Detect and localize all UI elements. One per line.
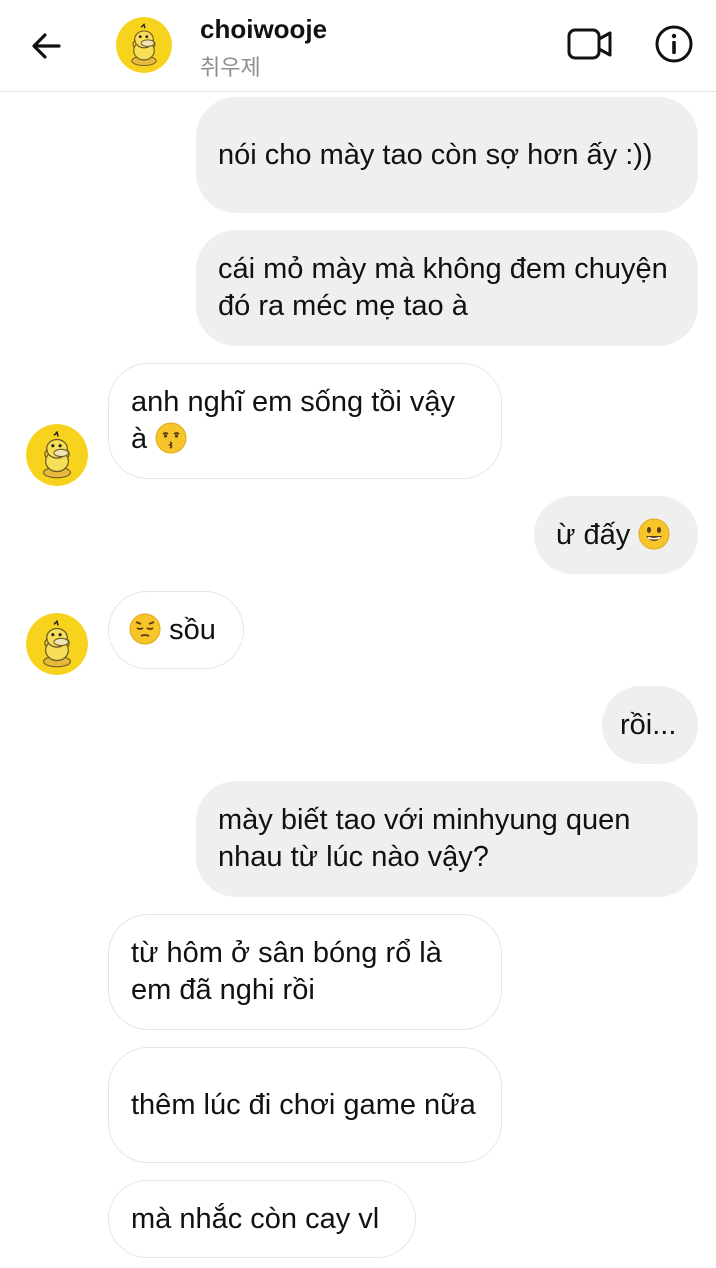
message-content: sồu: [129, 612, 216, 649]
chat-header: choiwooje 취우제: [0, 0, 716, 92]
message-thread[interactable]: nói cho mày tao còn sợ hơn ấy :)) cái mỏ…: [0, 93, 716, 1268]
message-bubble-incoming[interactable]: từ hôm ở sân bóng rổ là em đã nghi rồi: [108, 914, 502, 1030]
message-bubble-outgoing[interactable]: cái mỏ mày mà không đem chuyện đó ra méc…: [196, 230, 698, 346]
message-bubble-outgoing[interactable]: rồi...: [602, 686, 698, 764]
message-bubble-incoming[interactable]: mà nhắc còn cay vl: [108, 1180, 416, 1258]
message-bubble-incoming[interactable]: thêm lúc đi chơi game nữa: [108, 1047, 502, 1163]
video-call-icon: [567, 28, 612, 60]
message-text: từ hôm ở sân bóng rổ là em đã nghi rồi: [131, 937, 442, 1006]
smiling-face-icon: [638, 518, 670, 549]
video-call-button[interactable]: [562, 20, 618, 68]
psyduck-avatar-icon: [26, 613, 88, 675]
message-bubble-incoming[interactable]: sồu: [108, 591, 244, 669]
contact-username[interactable]: choiwooje: [200, 14, 327, 45]
message-text: mày biết tao với minhyung quen nhau từ l…: [218, 804, 631, 873]
message-bubble-outgoing[interactable]: nói cho mày tao còn sợ hơn ấy :)): [196, 97, 698, 213]
message-text: ừ đấy: [556, 518, 631, 551]
pensive-face-icon: [129, 613, 161, 644]
message-content: ừ đấy: [556, 517, 670, 554]
back-button[interactable]: [22, 22, 70, 70]
kissing-face-icon: [155, 422, 187, 454]
message-text: mà nhắc còn cay vl: [131, 1202, 380, 1235]
message-text: nói cho mày tao còn sợ hơn ấy :)): [218, 138, 653, 171]
arrow-left-icon: [32, 33, 61, 59]
message-bubble-incoming[interactable]: anh nghĩ em sống tồi vậy à: [108, 363, 502, 479]
contact-subtitle: 취우제: [200, 55, 261, 80]
message-text: thêm lúc đi chơi game nữa: [131, 1088, 476, 1121]
message-bubble-outgoing[interactable]: ừ đấy: [534, 496, 698, 574]
psyduck-avatar-icon: [26, 424, 88, 486]
sender-avatar[interactable]: [26, 424, 88, 486]
message-text: rồi...: [620, 708, 677, 741]
message-content: anh nghĩ em sống tồi vậy à: [131, 384, 479, 458]
sender-avatar[interactable]: [26, 613, 88, 675]
info-icon: [655, 25, 693, 63]
psyduck-avatar-icon: [116, 17, 172, 73]
info-button[interactable]: [648, 20, 700, 68]
message-text: cái mỏ mày mà không đem chuyện đó ra méc…: [218, 253, 668, 322]
message-bubble-outgoing[interactable]: mày biết tao với minhyung quen nhau từ l…: [196, 781, 698, 897]
header-avatar[interactable]: [116, 17, 172, 73]
message-text: sồu: [169, 613, 216, 646]
